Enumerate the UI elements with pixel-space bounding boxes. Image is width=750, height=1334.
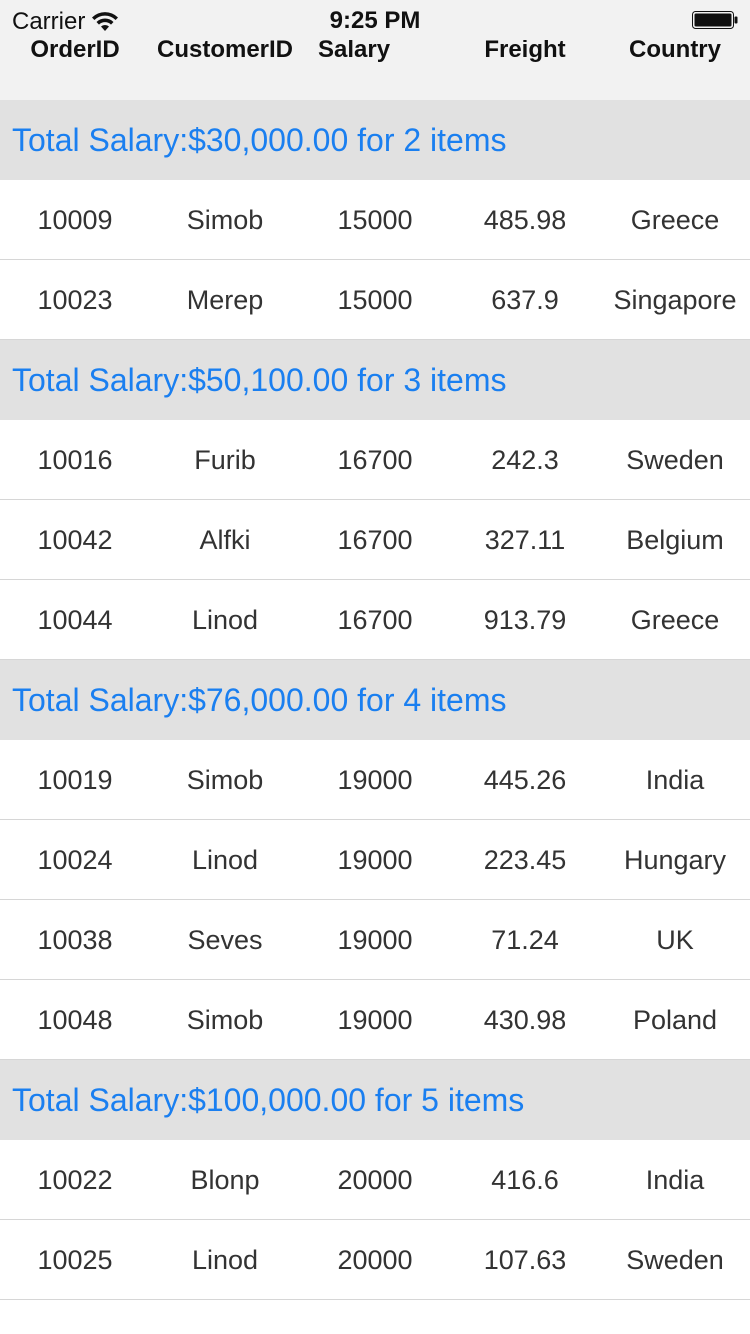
table-row[interactable]: 10024 Linod 19000 223.45 Hungary [0, 820, 750, 900]
cell-orderid: 10009 [37, 205, 113, 235]
cell-orderid: 10044 [37, 605, 113, 635]
table-row[interactable]: 10009 Simob 15000 485.98 Greece [0, 180, 750, 260]
group-header[interactable]: Total Salary:$50,100.00 for 3 items [0, 340, 750, 420]
table-row[interactable]: 10023 Merep 15000 637.9 Singapore [0, 260, 750, 340]
column-header-customerid[interactable]: CustomerID [150, 36, 300, 64]
cell-country: Sweden [626, 445, 724, 475]
cell-customerid: Linod [191, 845, 259, 875]
cell-salary: 15000 [337, 285, 413, 315]
cell-freight: 445.26 [483, 765, 567, 795]
cell-salary: 19000 [337, 1005, 413, 1035]
cell-salary: 16700 [337, 525, 413, 555]
group-header[interactable]: Total Salary:$100,000.00 for 5 items [0, 1060, 750, 1140]
table-row[interactable]: 10038 Seves 19000 71.24 UK [0, 900, 750, 980]
cell-country: India [645, 765, 705, 795]
table-row[interactable]: 10022 Blonp 20000 416.6 India [0, 1140, 750, 1220]
cell-customerid: Simob [186, 1005, 264, 1035]
cell-country: Hungary [623, 845, 727, 875]
cell-customerid: Simob [186, 765, 264, 795]
cell-customerid: Blonp [190, 1165, 260, 1195]
battery-icon [692, 11, 738, 29]
cell-customerid: Linod [191, 1245, 259, 1275]
table-row[interactable]: 10042 Alfki 16700 327.11 Belgium [0, 500, 750, 580]
column-header-freight[interactable]: Freight [450, 36, 600, 64]
cell-salary: 16700 [337, 605, 413, 635]
cell-orderid: 10023 [37, 285, 113, 315]
table-row[interactable]: 10048 Simob 19000 430.98 Poland [0, 980, 750, 1060]
table-row[interactable]: 10019 Simob 19000 445.26 India [0, 740, 750, 820]
cell-salary: 19000 [337, 925, 413, 955]
cell-salary: 19000 [337, 765, 413, 795]
cell-freight: 416.6 [491, 1165, 559, 1195]
cell-customerid: Merep [186, 285, 264, 315]
table-row[interactable]: 10025 Linod 20000 107.63 Sweden [0, 1220, 750, 1300]
cell-country: Singapore [613, 285, 737, 315]
column-header-orderid[interactable]: OrderID [0, 36, 150, 64]
cell-country: Sweden [626, 1245, 724, 1275]
cell-country: Poland [632, 1005, 718, 1035]
cell-salary: 20000 [337, 1165, 413, 1195]
cell-country: India [645, 1165, 705, 1195]
cell-freight: 913.79 [483, 605, 567, 635]
column-header-country[interactable]: Country [600, 36, 750, 64]
cell-orderid: 10042 [37, 525, 113, 555]
cell-country: Belgium [626, 525, 724, 555]
cell-country: Greece [630, 605, 720, 635]
cell-country: UK [656, 925, 694, 955]
cell-orderid: 10019 [37, 765, 113, 795]
column-header-salary[interactable]: Salary [318, 36, 390, 64]
cell-freight: 242.3 [491, 445, 559, 475]
group-header[interactable]: Total Salary:$30,000.00 for 2 items [0, 100, 750, 180]
cell-freight: 71.24 [491, 925, 559, 955]
cell-customerid: Furib [194, 445, 256, 475]
cell-orderid: 10025 [37, 1245, 113, 1275]
cell-customerid: Alfki [199, 525, 251, 555]
cell-freight: 107.63 [483, 1245, 567, 1275]
cell-freight: 637.9 [491, 285, 559, 315]
group-header[interactable]: Total Salary:$76,000.00 for 4 items [0, 660, 750, 740]
status-bar: Carrier 9:25 PM [0, 0, 750, 40]
cell-salary: 19000 [337, 845, 413, 875]
cell-freight: 327.11 [484, 525, 566, 555]
cell-salary: 20000 [337, 1245, 413, 1275]
cell-freight: 430.98 [483, 1005, 567, 1035]
table-row[interactable]: 10044 Linod 16700 913.79 Greece [0, 580, 750, 660]
cell-salary: 15000 [337, 205, 413, 235]
cell-country: Greece [630, 205, 720, 235]
cell-orderid: 10022 [37, 1165, 113, 1195]
cell-freight: 485.98 [483, 205, 567, 235]
grouped-data-grid[interactable]: Total Salary:$30,000.00 for 2 items 10009… [0, 100, 750, 1300]
cell-orderid: 10038 [37, 925, 113, 955]
table-row[interactable]: 10016 Furib 16700 242.3 Sweden [0, 420, 750, 500]
cell-orderid: 10024 [37, 845, 113, 875]
cell-customerid: Linod [191, 605, 259, 635]
cell-customerid: Simob [186, 205, 264, 235]
cell-orderid: 10048 [37, 1005, 113, 1035]
status-time: 9:25 PM [329, 7, 421, 34]
cell-customerid: Seves [187, 925, 263, 955]
cell-orderid: 10016 [37, 445, 113, 475]
cell-salary: 16700 [337, 445, 413, 475]
cell-freight: 223.45 [483, 845, 567, 875]
